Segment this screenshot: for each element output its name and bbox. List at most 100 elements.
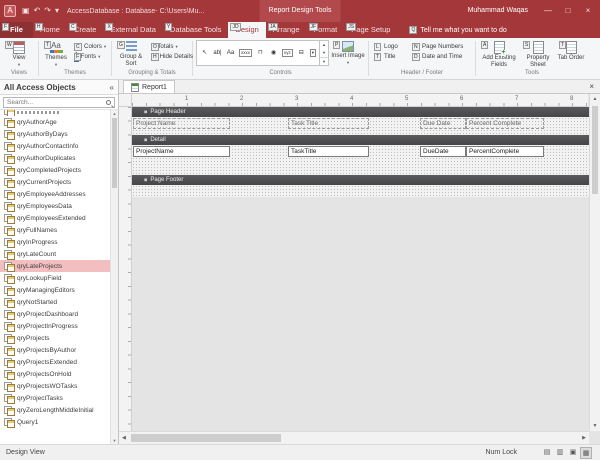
tab-order-button[interactable]: T Tab Order [557,40,585,62]
page-numbers-button[interactable]: N # Page Numbers [410,42,472,51]
option-group-icon[interactable]: xyz [282,49,293,57]
page-header-section[interactable]: Project Name Task Title Due Date Percent… [132,117,589,135]
combo-box-icon[interactable]: ▾ [310,49,316,57]
nav-item-query[interactable]: qryCurrentProjects [0,176,110,188]
design-view-button[interactable]: ▦ [580,447,592,459]
save-button[interactable]: ▣ [22,6,30,16]
minimize-button[interactable]: — [538,0,558,22]
scroll-down-icon[interactable]: ▼ [111,438,118,443]
ribbon-tab[interactable]: JD Design [228,22,265,38]
ribbon-tab[interactable]: JA Arrange [266,22,307,38]
horizontal-ruler[interactable]: 12345678 [132,94,588,107]
text-box-control[interactable]: DueDate [420,146,466,157]
shutter-bar-collapse-icon[interactable]: « [110,83,114,92]
ribbon-tab[interactable]: JS Page Setup [344,22,397,38]
tab-control-icon[interactable]: ⊓ [254,49,267,57]
group-and-sort-button[interactable]: G Group & Sort [115,40,147,67]
label-control[interactable]: Project Name [133,118,230,129]
tell-me-box[interactable]: Q Tell me what you want to do [409,22,506,38]
nav-item-query[interactable]: qryZeroLengthMiddleInitial [0,404,110,416]
gallery-scroll-up[interactable]: ▲ [320,41,328,49]
layout-view-button[interactable]: ▣ [567,447,579,459]
ribbon-tab[interactable]: JF Format [307,22,345,38]
nav-item-query[interactable]: qryProjectDashboard [0,308,110,320]
fonts-button[interactable]: F A Fonts ▾ [72,52,108,61]
scrollbar-thumb[interactable] [131,434,281,442]
nav-item-query[interactable]: qryAuthorByDays [0,128,110,140]
nav-item-query[interactable]: qryLookupField [0,272,110,284]
nav-item-query[interactable]: qryProjectsExtended [0,356,110,368]
add-existing-fields-button[interactable]: A Add Existing Fields [479,40,519,68]
nav-item-query[interactable]: qryManagingEditors [0,284,110,296]
restore-button[interactable]: □ [558,0,578,22]
hyperlink-icon[interactable]: ◉ [267,49,280,57]
nav-item-query[interactable]: qryFullNames [0,224,110,236]
signed-in-user[interactable]: Muhammad Waqas [468,0,528,22]
ribbon-tab[interactable]: C Create [67,22,104,38]
label-icon[interactable]: Aa [224,49,237,57]
logo-button[interactable]: L ▣ Logo [372,42,408,51]
page-footer-section[interactable] [132,185,589,197]
nav-item-query[interactable]: qryProjectsWOTasks [0,380,110,392]
property-sheet-button[interactable]: S Property Sheet [521,40,555,68]
vertical-scrollbar[interactable]: ▲ ▼ [589,94,600,431]
title-button[interactable]: T ≡ Title [372,52,408,61]
nav-item-query[interactable]: qryProjectTasks [0,392,110,404]
scroll-up-icon[interactable]: ▲ [590,96,600,102]
nav-item-query[interactable]: Query1 [0,416,110,428]
nav-item-query[interactable]: qryProjectsByAuthor [0,344,110,356]
nav-item-query[interactable]: qryLateCount [0,248,110,260]
close-document-icon[interactable]: × [586,80,597,94]
undo-button[interactable]: ↶ [34,6,41,16]
scroll-up-icon[interactable]: ▲ [111,111,118,116]
print-preview-button[interactable]: ▥ [554,447,566,459]
nav-item-query[interactable]: qryNotStarted [0,296,110,308]
colors-button[interactable]: C Colors ▾ [72,42,108,51]
search-input[interactable] [7,99,106,106]
detail-section[interactable]: ProjectName TaskTitle DueDate PercentCom… [132,145,589,175]
report-view-button[interactable]: ▤ [541,447,553,459]
ribbon-tab[interactable]: X External Data [103,22,162,38]
hide-details-button[interactable]: H ▤ Hide Details [149,52,189,61]
ribbon-tab[interactable]: Y Database Tools [163,22,229,38]
gallery-more-button[interactable]: ▼ [320,57,328,66]
scroll-down-icon[interactable]: ▼ [590,423,600,429]
totals-button[interactable]: O Σ Totals ▾ [149,42,189,51]
scrollbar-thumb[interactable] [592,106,598,194]
ribbon-tab[interactable]: F File [0,22,33,38]
text-box-control[interactable]: TaskTitle [288,146,369,157]
text-box-control[interactable]: ProjectName [133,146,230,157]
ribbon-tab[interactable]: H Home [33,22,67,38]
nav-item-query[interactable]: qryEmployeeAddresses [0,188,110,200]
nav-item-query[interactable]: qryAuthorContactInfo [0,140,110,152]
nav-item-query[interactable]: qryInProgress [0,236,110,248]
page-footer-section-bar[interactable]: ◼ Page Footer [132,175,589,185]
horizontal-scrollbar[interactable]: ◀ ▶ [119,431,589,444]
themes-button[interactable]: T Aa Themes ▾ [42,40,70,68]
nav-item-query[interactable]: qryEmployeesExtended [0,212,110,224]
scrollbar-thumb[interactable] [112,118,117,188]
label-control[interactable]: Task Title [288,118,369,129]
button-icon[interactable]: xxxx [239,49,252,57]
text-box-control[interactable]: PercentComplete [466,146,544,157]
qat-dropdown[interactable]: ▾ [55,6,59,16]
nav-item-query[interactable]: qryLateProjects [0,260,110,272]
close-button[interactable]: × [578,0,598,22]
nav-item-query[interactable]: qryProjectInProgress [0,320,110,332]
nav-item-query[interactable]: qryProjects [0,332,110,344]
gallery-scroll-down[interactable]: ▼ [320,49,328,57]
page-header-section-bar[interactable]: ◼ Page Header [132,107,589,117]
nav-item-query[interactable]: qryCompletedProjects [0,164,110,176]
page-break-icon[interactable]: ⊟ [295,49,308,57]
insert-image-button[interactable]: P Insert Image ▾ [331,40,365,66]
redo-button[interactable]: ↷ [44,6,51,16]
view-button[interactable]: W View ▾ [3,40,35,68]
vertical-ruler[interactable] [119,107,132,431]
select-tool-icon[interactable]: ↖ [198,49,211,57]
detail-section-bar[interactable]: ◼ Detail [132,135,589,145]
nav-item-query[interactable]: qryEmployeesData [0,200,110,212]
label-control[interactable]: Due Date [420,118,466,129]
document-tab-report1[interactable]: Report1 [123,80,175,93]
text-box-icon[interactable]: ab| [211,49,224,57]
nav-scrollbar[interactable]: ▲ ▼ [110,110,118,444]
